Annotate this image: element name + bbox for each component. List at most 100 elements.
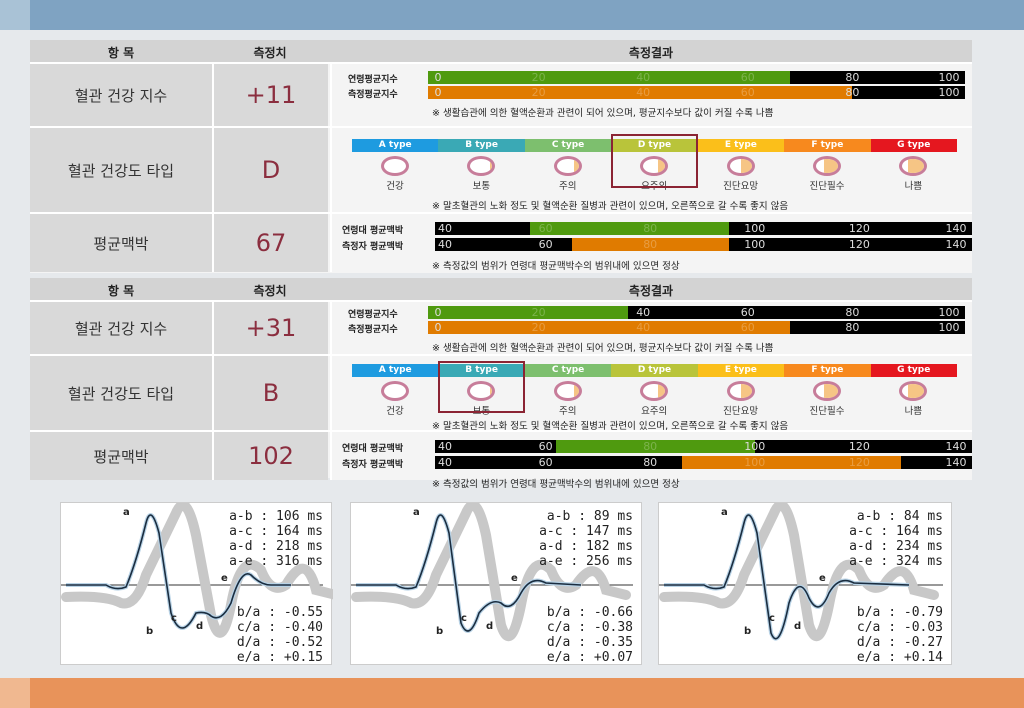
type-f[interactable]: F type — [784, 364, 871, 377]
type-a[interactable]: A type — [352, 364, 439, 377]
ratio-value: d/a : -0.27 — [856, 635, 943, 650]
avg-pulse-label: 연령대 평균맥박 — [342, 226, 404, 236]
header-item: 항 목 — [107, 46, 135, 60]
bar-tick: 60 — [538, 440, 553, 453]
meas-pulse-label: 측정자 평균맥박 — [342, 460, 404, 470]
peak-label-d: d — [486, 621, 494, 632]
vessel-icon — [381, 156, 409, 176]
type-result: A type B type C type D type E type F type G ty… — [330, 128, 972, 212]
vessel-icon — [553, 156, 582, 176]
avg-index-label: 연령평균지수 — [348, 310, 398, 320]
plaque-icon — [907, 159, 925, 173]
type-desc: 주의 — [559, 406, 577, 417]
avg-index-bar: 0 20 40 60 80 100 — [428, 306, 965, 319]
index-value: +31 — [212, 302, 328, 354]
ratio-value: d/a : -0.52 — [236, 635, 323, 650]
type-row: 혈관 건강도 타입 D A type B type C type D type E type… — [30, 126, 972, 212]
plaque-icon — [823, 384, 838, 398]
type-value: B — [212, 356, 328, 430]
peak-label-a: a — [123, 507, 130, 518]
index-row: 혈관 건강 지수 +11 연령평균지수 측정평균지수 0 20 40 60 80 100 0 20 40… — [30, 62, 972, 126]
interval-value: a-d : 218 ms — [229, 539, 323, 554]
bar-tick: 100 — [744, 222, 766, 235]
type-g[interactable]: G type — [870, 139, 957, 152]
type-f[interactable]: F type — [784, 139, 871, 152]
waveform-panel: a-b : 106 ms a-c : 164 ms a-d : 218 ms a-e … — [60, 502, 333, 665]
waveform-panel: a-b : 84 ms a-c : 164 ms a-d : 234 ms a-e :… — [658, 502, 952, 665]
ratio-value: d/a : -0.35 — [546, 635, 633, 650]
vessel-icon — [813, 381, 841, 401]
header-result: 측정결과 — [628, 284, 674, 298]
type-e[interactable]: E type — [697, 364, 785, 377]
interval-value: a-d : 182 ms — [539, 539, 633, 554]
interval-value: a-b : 84 ms — [856, 509, 943, 524]
avg-index-bar: 0 20 40 60 80 100 — [428, 71, 965, 84]
meas-index-label: 측정평균지수 — [348, 90, 398, 100]
result-block: 항 목 측정치 측정결과 혈관 건강 지수 +11 연령평균지수 측정평균지수 0 20 40 60… — [30, 40, 972, 273]
table-header: 항 목 측정치 측정결과 — [30, 278, 972, 300]
bar-tick: 80 — [845, 321, 860, 334]
bar-tick: 40 — [438, 238, 452, 251]
bar-tick: 120 — [848, 222, 870, 235]
interval-value: a-c : 164 ms — [229, 524, 323, 539]
pulse-result: 연령대 평균맥박 측정자 평균맥박 40 60 80 100 120 140 40 60 80 100… — [330, 214, 972, 272]
meas-index-bar: 0 20 40 60 80 100 — [428, 86, 965, 99]
type-note: ※ 말초혈관의 노화 정도 및 혈액순환 질병과 관련이 있으며, 오른쪽으로 … — [432, 201, 789, 212]
avg-index-bar-fill — [428, 306, 628, 319]
bar-tick: 100 — [938, 321, 960, 334]
vessel-icon — [899, 156, 928, 176]
plaque-icon — [489, 159, 493, 173]
plaque-icon — [740, 384, 752, 398]
type-b[interactable]: B type — [438, 139, 525, 152]
bar-tick: 0 — [434, 71, 442, 84]
plaque-icon — [907, 384, 925, 398]
ratio-value: b/a : -0.79 — [856, 605, 943, 620]
type-d[interactable]: D type — [611, 364, 698, 377]
vessel-icon — [467, 156, 496, 176]
vessel-icon — [726, 156, 755, 176]
index-note: ※ 생활습관에 의한 혈액순환과 관련이 되어 있으며, 평균지수보다 값이 커… — [432, 343, 774, 354]
peak-label-e: e — [221, 573, 228, 584]
bar-tick: 140 — [945, 222, 967, 235]
table-header: 항 목 측정치 측정결과 — [30, 40, 972, 62]
ratio-value: b/a : -0.55 — [236, 605, 323, 620]
type-desc: 나쁨 — [904, 181, 923, 192]
avg-index-label: 연령평균지수 — [348, 75, 398, 85]
index-result: 연령평균지수 측정평균지수 0 20 40 60 80 100 0 20 40 60 80 100 ※ 생활… — [330, 302, 972, 354]
bar-tick: 100 — [744, 238, 766, 251]
bar-tick: 80 — [643, 222, 658, 235]
bar-tick: 0 — [434, 86, 442, 99]
peak-label-b: b — [744, 626, 752, 637]
avg-pulse-bar: 40 60 80 100 120 140 — [435, 222, 972, 235]
avg-pulse-label: 연령대 평균맥박 — [342, 444, 404, 454]
interval-value: a-e : 316 ms — [229, 554, 323, 569]
type-a[interactable]: A type — [352, 139, 439, 152]
bottom-band — [0, 678, 1024, 708]
peak-label-c: c — [769, 613, 775, 624]
waveform-panel: a-b : 89 ms a-c : 147 ms a-d : 182 ms a-e :… — [350, 502, 642, 665]
index-row: 혈관 건강 지수 +31 연령평균지수 측정평균지수 0 20 40 60 80 100 0 20 40… — [30, 300, 972, 354]
peak-label-d: d — [794, 621, 802, 632]
bar-tick: 40 — [438, 456, 452, 469]
type-c[interactable]: C type — [524, 364, 612, 377]
index-label: 혈관 건강 지수 — [30, 302, 212, 354]
interval-value: a-c : 147 ms — [539, 524, 633, 539]
index-label: 혈관 건강 지수 — [30, 64, 212, 126]
bar-tick: 120 — [848, 440, 870, 453]
ratio-value: e/a : +0.15 — [236, 650, 323, 665]
pulse-row: 평균맥박 102 연령대 평균맥박 측정자 평균맥박 40 60 80 100 120 140 40… — [30, 430, 972, 490]
pulse-label: 평균맥박 — [30, 432, 212, 480]
bar-tick: 140 — [945, 440, 967, 453]
bar-tick: 60 — [538, 456, 553, 469]
type-g[interactable]: G type — [870, 364, 957, 377]
ratio-value: e/a : +0.14 — [856, 650, 943, 665]
plaque-icon — [657, 384, 666, 398]
header-value: 측정치 — [253, 284, 287, 298]
plaque-icon — [574, 159, 579, 173]
type-c[interactable]: C type — [524, 139, 612, 152]
peak-label-e: e — [819, 573, 826, 584]
bar-tick: 0 — [434, 306, 442, 319]
type-e[interactable]: E type — [697, 139, 785, 152]
peak-label-c: c — [171, 613, 177, 624]
interval-value: a-b : 89 ms — [546, 509, 633, 524]
